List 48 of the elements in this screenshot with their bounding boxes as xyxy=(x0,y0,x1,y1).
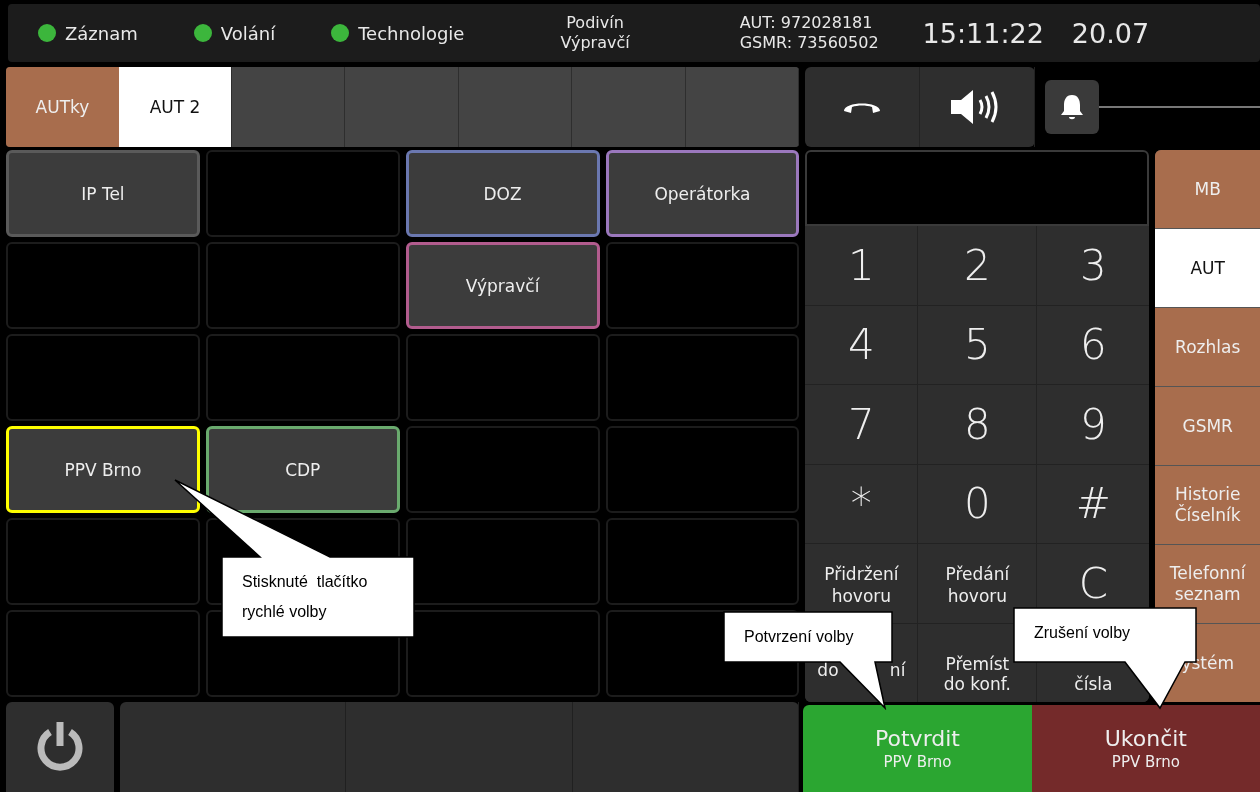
keypad-key[interactable]: 4 xyxy=(805,305,918,384)
status-label: Volání xyxy=(220,22,276,44)
status-label: Záznam xyxy=(65,22,138,44)
date-text: 20.07 xyxy=(1071,17,1150,49)
station-text: Výpravčí xyxy=(560,33,630,53)
side-menu-item[interactable]: Telefonní seznam xyxy=(1155,545,1260,623)
tab[interactable] xyxy=(458,67,573,147)
speed-dial-button[interactable]: PPV Brno xyxy=(6,426,200,513)
keypad-key[interactable]: 3 xyxy=(1037,226,1150,305)
group-label: AUTky xyxy=(6,67,119,147)
keypad-key[interactable]: Předání hovoru xyxy=(918,544,1037,623)
tab[interactable] xyxy=(572,67,686,147)
side-menu-item[interactable]: Rozhlas xyxy=(1155,308,1260,386)
tab[interactable] xyxy=(232,67,346,147)
phone-number: AUT: 972028181 xyxy=(739,13,874,33)
speed-dial-button[interactable]: IP Tel xyxy=(6,150,200,237)
end-call-button[interactable]: Ukončit PPV Brno xyxy=(1031,705,1260,792)
keypad-key[interactable]: Přidržení hovoru xyxy=(805,544,918,623)
status-label: Technologie xyxy=(358,22,465,44)
keypad-key[interactable]: * xyxy=(805,464,918,543)
keypad-key[interactable]: 9 xyxy=(1037,385,1150,464)
keypad-key[interactable]: 1 xyxy=(805,226,918,305)
keypad-key[interactable]: 7 xyxy=(805,385,918,464)
side-menu-item[interactable]: Historie Číselník xyxy=(1155,466,1260,544)
tab[interactable]: AUT 2 xyxy=(119,67,232,147)
power-icon xyxy=(34,720,86,774)
tab[interactable] xyxy=(685,67,800,147)
speed-dial-button[interactable]: Operátorka xyxy=(605,150,800,237)
speed-dial-button[interactable]: Výpravčí xyxy=(405,242,600,329)
side-menu-item[interactable]: MB xyxy=(1155,150,1260,228)
keypad-key[interactable]: 6 xyxy=(1037,305,1150,384)
callout-tooltip: Stisknuté tlačítko rychlé volby xyxy=(173,478,416,639)
side-menu-item[interactable]: AUT xyxy=(1155,229,1260,307)
station-text: Podivín xyxy=(566,13,624,33)
bell-button[interactable] xyxy=(1045,80,1100,134)
bell-icon xyxy=(1059,93,1086,121)
keypad-key[interactable]: 5 xyxy=(918,305,1037,384)
power-button[interactable] xyxy=(6,702,114,792)
speed-dial-button[interactable]: CDP xyxy=(205,426,400,513)
keypad-key[interactable]: 2 xyxy=(918,226,1037,305)
phone-number: GSMR: 73560502 xyxy=(739,33,879,53)
keypad-key[interactable]: 8 xyxy=(918,385,1037,464)
keypad-key[interactable]: # xyxy=(1037,464,1150,543)
clock-time: 15:11:22 xyxy=(922,17,1044,49)
side-menu-item[interactable]: GSMR xyxy=(1155,387,1260,465)
tab[interactable] xyxy=(345,67,459,147)
keypad-key[interactable]: 0 xyxy=(918,464,1037,543)
speed-dial-button[interactable]: DOZ xyxy=(405,150,600,237)
